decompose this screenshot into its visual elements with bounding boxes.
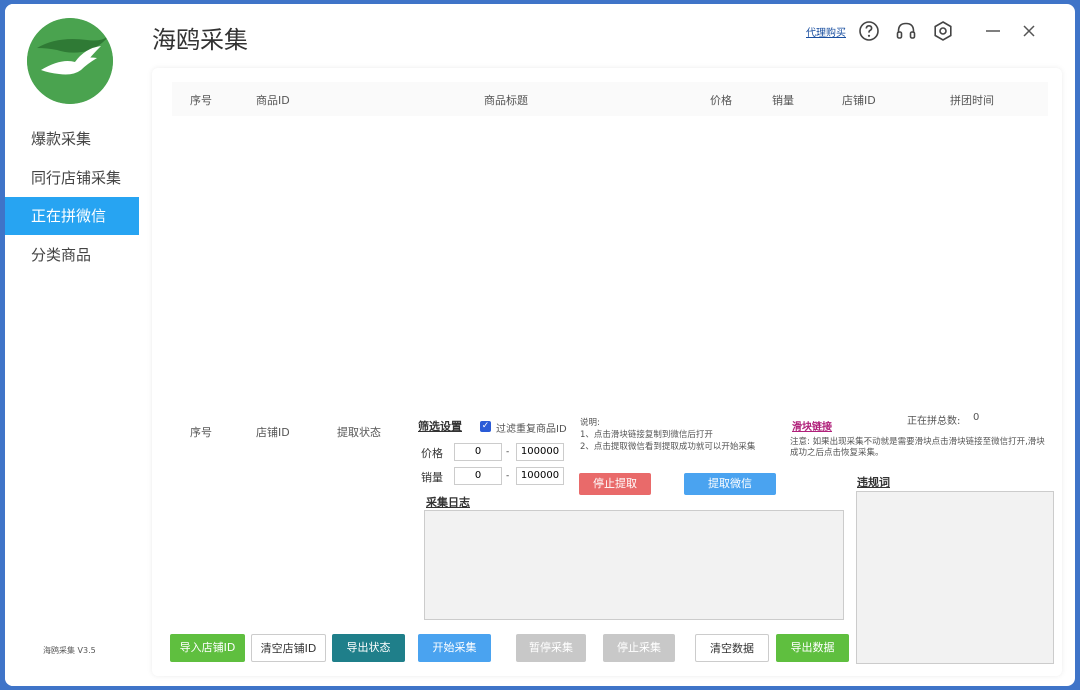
export-data-button[interactable]: 导出数据 [776, 634, 849, 662]
sales-separator: - [506, 471, 510, 481]
log-title: 采集日志 [426, 496, 470, 509]
clear-data-button[interactable]: 清空数据 [695, 634, 769, 662]
price-label: 价格 [421, 447, 443, 460]
app-window: 爆款采集 同行店铺采集 正在拼微信 分类商品 海鸥采集 V3.5 海鸥采集 代理… [5, 4, 1075, 686]
version-label: 海鸥采集 V3.5 [43, 646, 96, 655]
stop-extract-button[interactable]: 停止提取 [579, 473, 651, 495]
col-price: 价格 [710, 94, 732, 107]
instructions-line1: 1、点击滑块链接复制到微信后打开 [580, 430, 713, 440]
banned-words-area[interactable] [856, 491, 1054, 664]
help-icon[interactable] [858, 20, 880, 42]
export-status-button[interactable]: 导出状态 [332, 634, 405, 662]
col-product-id: 商品ID [256, 94, 290, 107]
pause-collect-button[interactable]: 暂停采集 [516, 634, 586, 662]
headset-icon[interactable] [895, 20, 917, 42]
col-sales: 销量 [772, 94, 794, 107]
shop-col-status: 提取状态 [337, 426, 381, 439]
price-max-input[interactable]: 100000 [516, 443, 564, 461]
col-index: 序号 [190, 94, 212, 107]
sidebar: 爆款采集 同行店铺采集 正在拼微信 分类商品 海鸥采集 V3.5 [5, 4, 145, 686]
buy-proxy-link[interactable]: 代理购买 [806, 24, 846, 39]
extract-wechat-button[interactable]: 提取微信 [684, 473, 776, 495]
start-collect-button[interactable]: 开始采集 [418, 634, 491, 662]
shop-col-index: 序号 [190, 426, 212, 439]
total-count-label: 正在拼总数: [907, 416, 961, 427]
col-product-title: 商品标题 [484, 94, 528, 107]
sidebar-item-category[interactable]: 分类商品 [5, 236, 139, 274]
col-shop-id: 店铺ID [842, 94, 876, 107]
filter-title: 筛选设置 [418, 420, 462, 433]
price-separator: - [506, 447, 510, 457]
product-table-header: 序号 商品ID 商品标题 价格 销量 店铺ID 拼团时间 [172, 82, 1048, 116]
instructions-title: 说明: [580, 418, 600, 428]
sidebar-item-hot[interactable]: 爆款采集 [5, 120, 139, 158]
content-panel: 序号 商品ID 商品标题 价格 销量 店铺ID 拼团时间 序号 店铺ID 提取状… [152, 68, 1062, 676]
sales-max-input[interactable]: 100000 [516, 467, 564, 485]
import-shop-id-button[interactable]: 导入店铺ID [170, 634, 245, 662]
page-title: 海鸥采集 [152, 26, 248, 54]
sidebar-item-competitor-shop[interactable]: 同行店铺采集 [5, 159, 139, 197]
clear-shop-id-button[interactable]: 清空店铺ID [251, 634, 326, 662]
slider-note: 注意: 如果出现采集不动就是需要滑块点击滑块链接至微信打开,滑块成功之后点击恢复… [790, 437, 1045, 458]
total-count-value: 0 [973, 412, 980, 423]
banned-words-title: 违规词 [857, 476, 890, 489]
instructions-line2: 2、点击提取微信看到提取成功就可以开始采集 [580, 442, 756, 452]
slider-link[interactable]: 滑块链接 [792, 418, 832, 433]
settings-icon[interactable] [932, 20, 954, 42]
price-min-input[interactable]: 0 [454, 443, 502, 461]
shop-col-shop-id: 店铺ID [256, 426, 290, 439]
minimize-icon[interactable] [982, 20, 1004, 42]
log-area[interactable] [424, 510, 844, 620]
sidebar-item-wechat-group[interactable]: 正在拼微信 [5, 197, 139, 235]
sales-min-input[interactable]: 0 [454, 467, 502, 485]
col-group-time: 拼团时间 [950, 94, 994, 107]
stop-collect-button[interactable]: 停止采集 [603, 634, 675, 662]
seagull-logo [27, 18, 113, 104]
sales-label: 销量 [421, 471, 443, 484]
dedupe-checkbox[interactable]: ✓ [480, 421, 491, 432]
close-icon[interactable] [1018, 20, 1040, 42]
dedupe-label: 过滤重复商品ID [496, 424, 567, 435]
